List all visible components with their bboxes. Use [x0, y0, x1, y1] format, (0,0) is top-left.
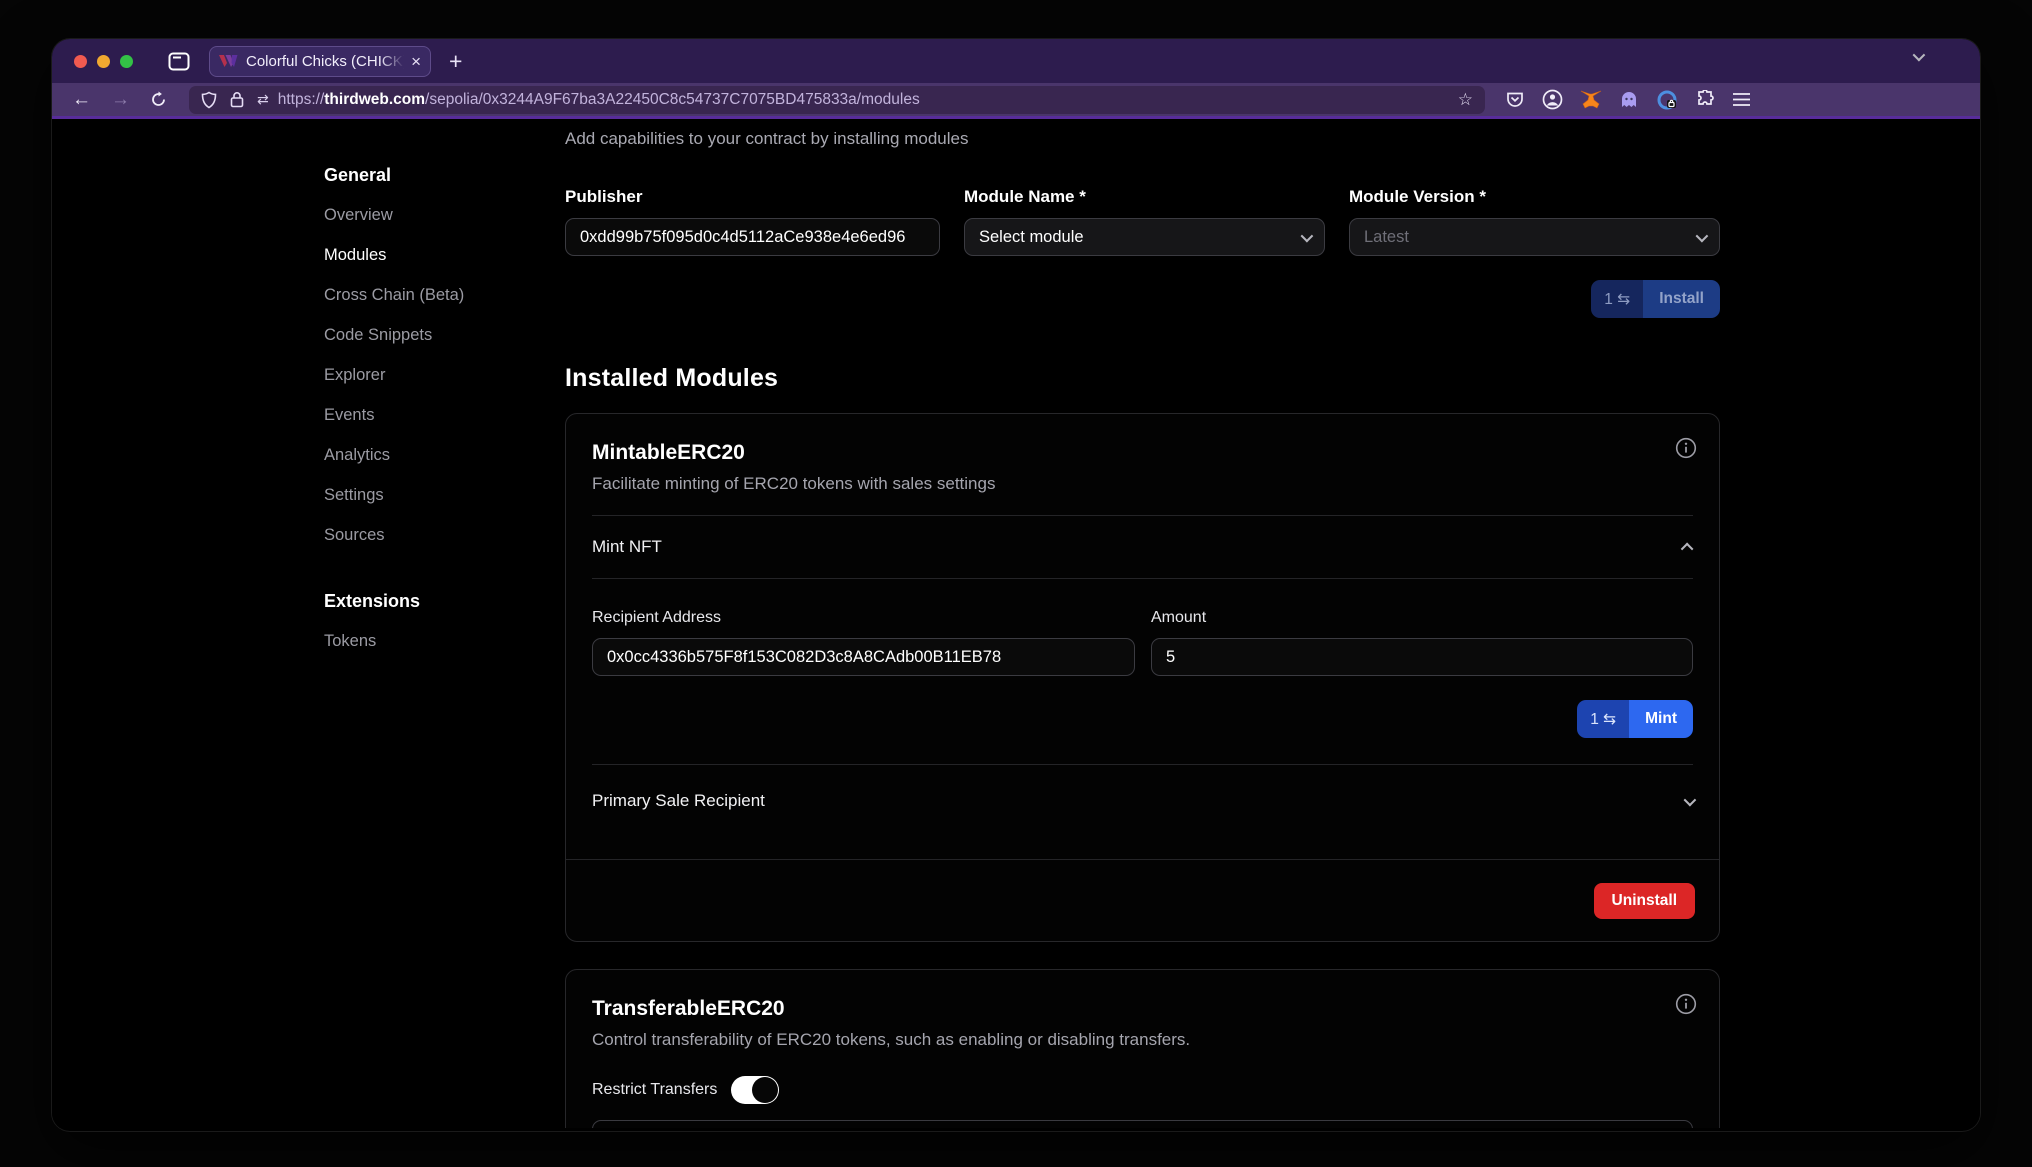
- tracking-shield-icon[interactable]: [201, 91, 217, 109]
- module-version-label: Module Version *: [1349, 187, 1720, 207]
- restrict-transfers-label: Restrict Transfers: [592, 1081, 717, 1099]
- modules-intro-text: Add capabilities to your contract by ins…: [565, 128, 1720, 150]
- mint-nft-section-toggle[interactable]: Mint NFT: [592, 516, 1693, 578]
- network-switch-badge[interactable]: 1 ⇆: [1577, 700, 1629, 738]
- navigation-toolbar: ← → ⇄ https://thirdweb.com/sepolia/0x324…: [52, 83, 1980, 119]
- module-card-transferable-erc20: TransferableERC20 Control transferabilit…: [565, 969, 1720, 1128]
- sidebar-item-tokens[interactable]: Tokens: [324, 621, 565, 661]
- sidebar-item-cross-chain[interactable]: Cross Chain (Beta): [324, 275, 565, 315]
- account-icon[interactable]: [1542, 89, 1563, 110]
- browser-tab[interactable]: Colorful Chicks (CHICK) | Sepoli ×: [209, 46, 431, 77]
- amount-input[interactable]: [1151, 638, 1693, 676]
- mint-button-group: 1 ⇆ Mint: [1577, 700, 1693, 738]
- wallet-guard-icon[interactable]: [1656, 89, 1678, 111]
- module-card-mintable-erc20: MintableERC20 Facilitate minting of ERC2…: [565, 413, 1720, 942]
- chevron-down-icon: [1696, 229, 1709, 242]
- recipient-address-input[interactable]: [592, 638, 1135, 676]
- install-button-group: 1 ⇆ Install: [1591, 280, 1720, 318]
- url-bar[interactable]: ⇄ https://thirdweb.com/sepolia/0x3244A9F…: [189, 86, 1485, 114]
- sidebar-item-modules[interactable]: Modules: [324, 235, 565, 275]
- install-module-form: Publisher Module Name * Select module Mo…: [565, 187, 1720, 256]
- transfer-warning-alert: Nobody has permission to transfer tokens…: [592, 1120, 1693, 1128]
- page-viewport: General Overview Modules Cross Chain (Be…: [52, 119, 1980, 1128]
- forward-button[interactable]: →: [111, 90, 130, 109]
- minimize-window-button[interactable]: [97, 55, 110, 68]
- info-icon[interactable]: [1675, 437, 1697, 459]
- close-window-button[interactable]: [74, 55, 87, 68]
- traffic-lights: [74, 55, 133, 68]
- chevron-down-icon: [1684, 793, 1697, 806]
- module-title: MintableERC20: [592, 441, 1693, 465]
- browser-window: Colorful Chicks (CHICK) | Sepoli × + ← →…: [52, 39, 1980, 1131]
- url-text[interactable]: https://thirdweb.com/sepolia/0x3244A9F67…: [278, 91, 1450, 109]
- amount-label: Amount: [1151, 609, 1693, 627]
- module-title: TransferableERC20: [592, 997, 1693, 1021]
- tab-title: Colorful Chicks (CHICK) | Sepoli: [246, 53, 409, 70]
- sidebar-item-analytics[interactable]: Analytics: [324, 435, 565, 475]
- module-name-select[interactable]: Select module: [964, 218, 1325, 256]
- permissions-icon[interactable]: ⇄: [257, 91, 268, 108]
- mint-button[interactable]: Mint: [1629, 700, 1693, 738]
- module-description: Control transferability of ERC20 tokens,…: [592, 1030, 1693, 1050]
- mint-nft-label: Mint NFT: [592, 537, 662, 557]
- publisher-input[interactable]: [565, 218, 940, 256]
- chevron-down-icon: [1301, 229, 1314, 242]
- sidebar-item-sources[interactable]: Sources: [324, 515, 565, 555]
- bookmark-star-icon[interactable]: ☆: [1458, 90, 1473, 110]
- chevron-up-icon: [1681, 542, 1694, 555]
- info-icon[interactable]: [1675, 993, 1697, 1015]
- network-switch-badge[interactable]: 1 ⇆: [1591, 280, 1643, 318]
- thirdweb-favicon-icon: [219, 54, 238, 68]
- sidebar-heading-general: General: [324, 155, 565, 195]
- primary-sale-recipient-toggle[interactable]: Primary Sale Recipient: [592, 765, 1693, 837]
- uninstall-button[interactable]: Uninstall: [1594, 883, 1695, 919]
- tab-bar: Colorful Chicks (CHICK) | Sepoli × +: [52, 39, 1980, 83]
- back-button[interactable]: ←: [72, 90, 91, 109]
- tab-close-icon[interactable]: ×: [411, 53, 421, 70]
- primary-sale-recipient-label: Primary Sale Recipient: [592, 791, 765, 811]
- metamask-icon[interactable]: [1580, 90, 1602, 110]
- lock-icon[interactable]: [230, 91, 244, 108]
- module-name-label: Module Name *: [964, 187, 1325, 207]
- extensions-puzzle-icon[interactable]: [1695, 90, 1715, 110]
- recipient-address-label: Recipient Address: [592, 609, 1135, 627]
- module-version-select[interactable]: Latest: [1349, 218, 1720, 256]
- install-button[interactable]: Install: [1643, 280, 1720, 318]
- tab-overflow-chevron-icon[interactable]: [1913, 48, 1922, 66]
- menu-hamburger-icon[interactable]: [1732, 92, 1751, 107]
- publisher-label: Publisher: [565, 187, 940, 207]
- sidebar-item-explorer[interactable]: Explorer: [324, 355, 565, 395]
- contract-sidebar: General Overview Modules Cross Chain (Be…: [324, 119, 565, 1128]
- module-description: Facilitate minting of ERC20 tokens with …: [592, 474, 1693, 494]
- pocket-icon[interactable]: [1505, 90, 1525, 110]
- new-tab-button[interactable]: +: [449, 48, 462, 75]
- module-version-value: Latest: [1364, 228, 1409, 247]
- reload-button[interactable]: [150, 91, 167, 108]
- sidebar-item-settings[interactable]: Settings: [324, 475, 565, 515]
- sidebar-toggle-icon[interactable]: [167, 49, 191, 73]
- sidebar-item-events[interactable]: Events: [324, 395, 565, 435]
- sidebar-item-overview[interactable]: Overview: [324, 195, 565, 235]
- phantom-icon[interactable]: [1619, 90, 1639, 110]
- sidebar-heading-extensions: Extensions: [324, 581, 565, 621]
- sidebar-item-code-snippets[interactable]: Code Snippets: [324, 315, 565, 355]
- installed-modules-heading: Installed Modules: [565, 364, 1720, 393]
- module-name-value: Select module: [979, 228, 1084, 247]
- modules-main: Add capabilities to your contract by ins…: [565, 119, 1720, 1128]
- zoom-window-button[interactable]: [120, 55, 133, 68]
- restrict-transfers-toggle[interactable]: [731, 1076, 779, 1104]
